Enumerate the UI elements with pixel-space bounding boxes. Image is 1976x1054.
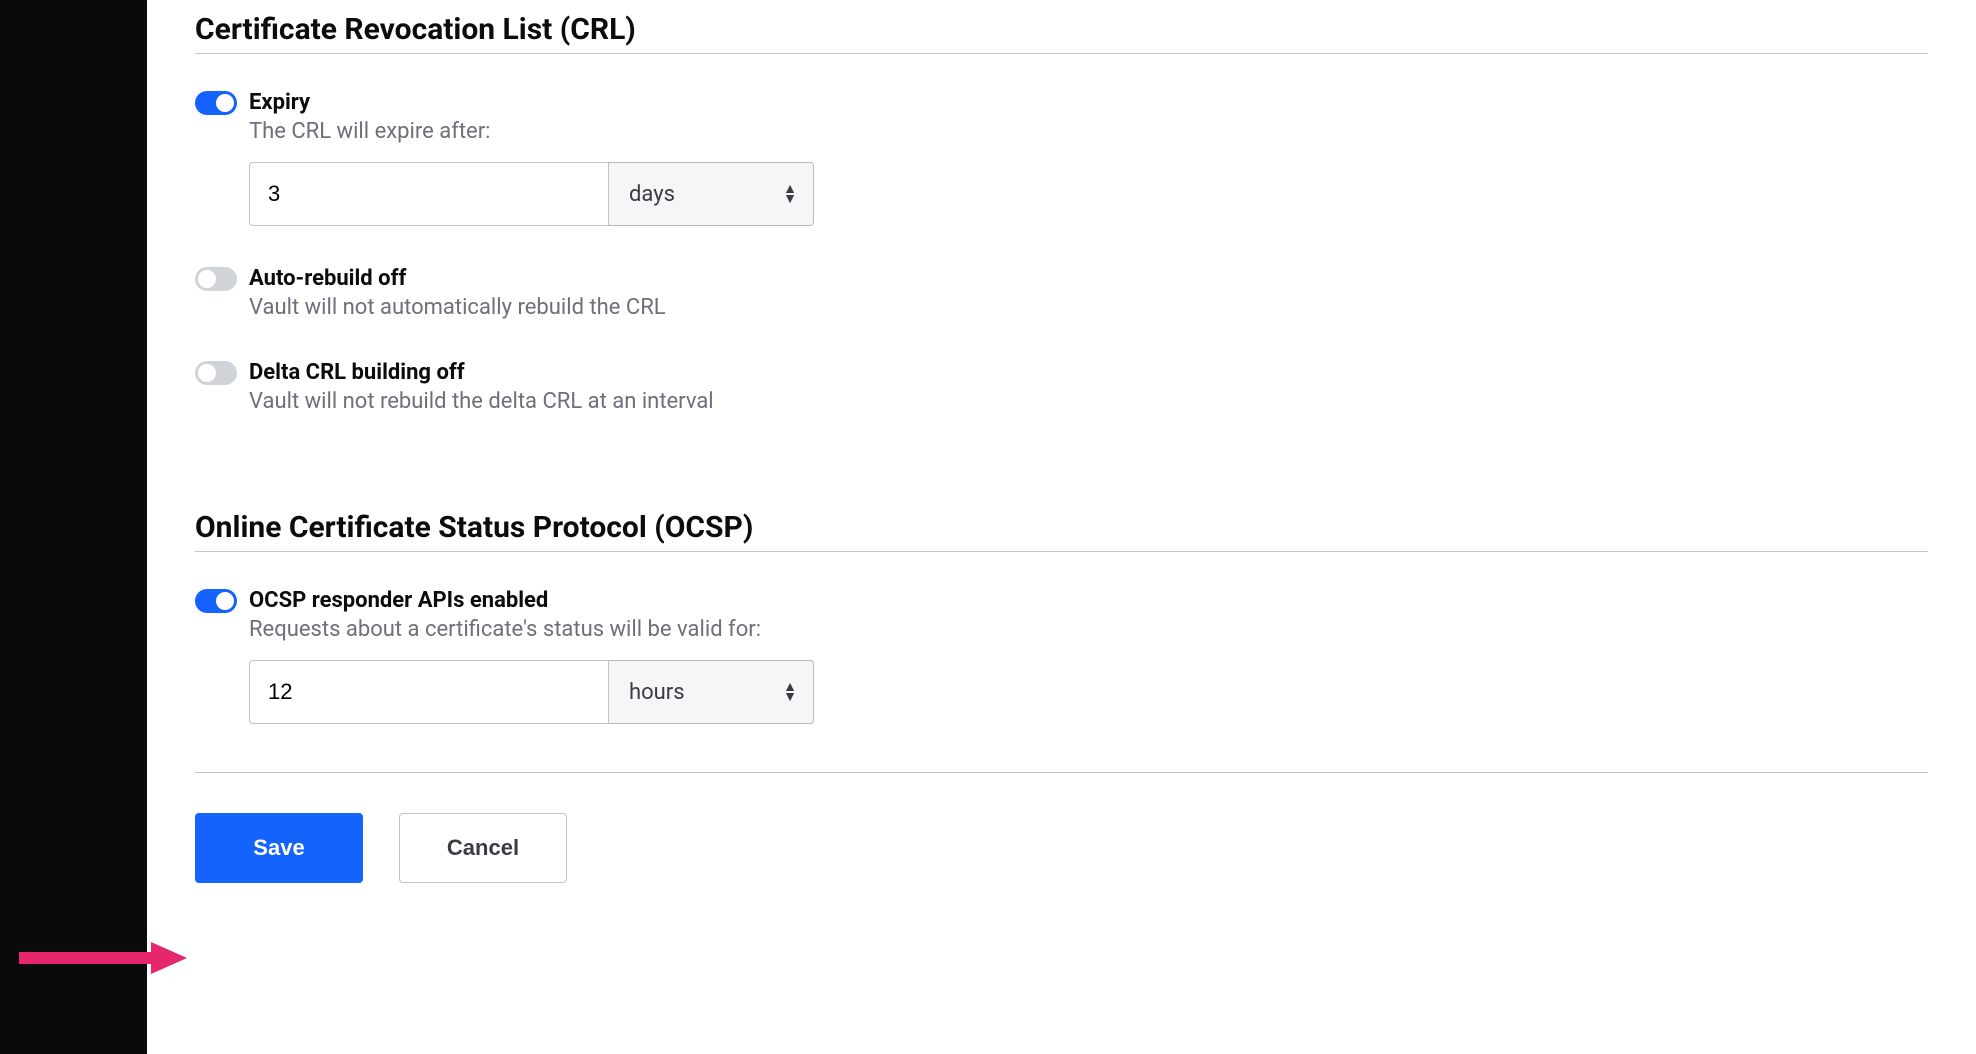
auto-rebuild-toggle[interactable] <box>195 267 237 291</box>
auto-rebuild-sublabel: Vault will not automatically rebuild the… <box>249 295 1928 320</box>
delta-crl-toggle[interactable] <box>195 361 237 385</box>
ocsp-unit-select[interactable]: hours ▲▼ <box>608 660 814 724</box>
toggle-knob <box>216 94 234 112</box>
ocsp-responder-label: OCSP responder APIs enabled <box>249 588 548 613</box>
expiry-field: Expiry The CRL will expire after: days ▲… <box>195 90 1928 226</box>
expiry-unit-select[interactable]: days ▲▼ <box>608 162 814 226</box>
ocsp-responder-field: OCSP responder APIs enabled Requests abo… <box>195 588 1928 724</box>
crl-section-title: Certificate Revocation List (CRL) <box>195 12 1928 47</box>
delta-crl-sublabel: Vault will not rebuild the delta CRL at … <box>249 389 1928 414</box>
button-row: Save Cancel <box>195 813 1928 883</box>
delta-crl-label: Delta CRL building off <box>249 360 465 385</box>
toggle-knob <box>216 592 234 610</box>
expiry-toggle[interactable] <box>195 91 237 115</box>
ocsp-responder-sublabel: Requests about a certificate's status wi… <box>249 617 1928 642</box>
ocsp-section-title: Online Certificate Status Protocol (OCSP… <box>195 510 1928 545</box>
main-content: Certificate Revocation List (CRL) Expiry… <box>147 0 1976 1054</box>
expiry-unit-label: days <box>629 182 675 207</box>
ocsp-value-input[interactable] <box>249 660 609 724</box>
ocsp-responder-toggle[interactable] <box>195 589 237 613</box>
ocsp-unit-label: hours <box>629 680 685 705</box>
crl-section-divider <box>195 53 1928 54</box>
toggle-knob <box>198 364 216 382</box>
expiry-value-input[interactable] <box>249 162 609 226</box>
save-button[interactable]: Save <box>195 813 363 883</box>
auto-rebuild-label: Auto-rebuild off <box>249 266 406 291</box>
delta-crl-field: Delta CRL building off Vault will not re… <box>195 360 1928 414</box>
select-stepper-icon: ▲▼ <box>783 683 797 701</box>
auto-rebuild-field: Auto-rebuild off Vault will not automati… <box>195 266 1928 320</box>
expiry-label: Expiry <box>249 90 310 115</box>
annotation-arrow-icon <box>19 938 189 978</box>
ocsp-section-divider <box>195 551 1928 552</box>
cancel-button[interactable]: Cancel <box>399 813 567 883</box>
footer-divider <box>195 772 1928 773</box>
expiry-sublabel: The CRL will expire after: <box>249 119 1928 144</box>
select-stepper-icon: ▲▼ <box>783 185 797 203</box>
sidebar <box>0 0 147 1054</box>
toggle-knob <box>198 270 216 288</box>
